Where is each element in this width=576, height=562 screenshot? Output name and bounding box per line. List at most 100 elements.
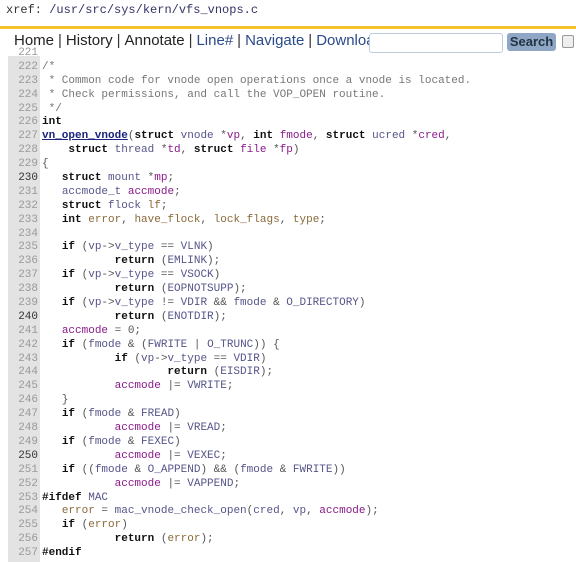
- code-token[interactable]: VDIR: [233, 353, 259, 365]
- line-number-link[interactable]: 237: [8, 269, 38, 283]
- code-token[interactable]: fmode: [280, 130, 313, 142]
- code-token[interactable]: error: [62, 505, 95, 517]
- code-token[interactable]: error: [88, 214, 121, 226]
- code-token[interactable]: VWRITE: [187, 380, 227, 392]
- code-token[interactable]: v_type: [167, 353, 207, 365]
- code-token[interactable]: fp: [280, 144, 293, 156]
- code-token[interactable]: cred: [253, 505, 279, 517]
- code-token[interactable]: O_APPEND: [148, 464, 201, 476]
- code-token[interactable]: FWRITE: [293, 464, 333, 476]
- code-token[interactable]: vp: [141, 353, 154, 365]
- line-number-link[interactable]: 248: [8, 422, 38, 436]
- line-number-link[interactable]: 222: [8, 61, 38, 75]
- code-token[interactable]: v_type: [115, 297, 155, 309]
- code-token[interactable]: lf: [148, 200, 161, 212]
- line-number-link[interactable]: 231: [8, 186, 38, 200]
- line-number-link[interactable]: 233: [8, 214, 38, 228]
- code-token[interactable]: type: [293, 214, 319, 226]
- code-token[interactable]: vp: [88, 241, 101, 253]
- code-token[interactable]: VDIR: [181, 297, 207, 309]
- code-token[interactable]: vp: [293, 505, 306, 517]
- code-token[interactable]: fmode: [95, 464, 128, 476]
- code-token[interactable]: flock: [108, 200, 141, 212]
- line-number-link[interactable]: 256: [8, 533, 38, 547]
- code-token[interactable]: error: [167, 533, 200, 545]
- code-token[interactable]: mac_vnode_check_open: [115, 505, 247, 517]
- code-token[interactable]: O_DIRECTORY: [286, 297, 359, 309]
- code-token[interactable]: O_TRUNC: [207, 339, 253, 351]
- code-token[interactable]: accmode: [319, 505, 365, 517]
- function-definition-link[interactable]: vn_open_vnode: [42, 130, 128, 142]
- line-number-link[interactable]: 240: [8, 311, 38, 325]
- line-number-link[interactable]: 246: [8, 394, 38, 408]
- code-token[interactable]: FWRITE: [148, 339, 188, 351]
- code-token[interactable]: fmode: [88, 339, 121, 351]
- code-token[interactable]: td: [167, 144, 180, 156]
- code-token[interactable]: fmode: [233, 297, 266, 309]
- line-number-link[interactable]: 242: [8, 339, 38, 353]
- code-token[interactable]: fmode: [88, 408, 121, 420]
- xref-path-link[interactable]: /usr/src/sys/kern/vfs_vnops.c: [49, 3, 258, 17]
- code-token[interactable]: vp: [88, 297, 101, 309]
- code-token[interactable]: accmode: [115, 422, 161, 434]
- code-token[interactable]: VREAD: [187, 422, 220, 434]
- line-number-link[interactable]: 244: [8, 366, 38, 380]
- code-token[interactable]: vnode: [181, 130, 214, 142]
- line-number-link[interactable]: 227: [8, 130, 38, 144]
- code-token[interactable]: vp: [88, 269, 101, 281]
- code-token[interactable]: EISDIR: [220, 366, 260, 378]
- line-number-link[interactable]: 226: [8, 116, 38, 130]
- code-token[interactable]: FREAD: [141, 408, 174, 420]
- line-number-link[interactable]: 249: [8, 436, 38, 450]
- code-token[interactable]: mp: [154, 172, 167, 184]
- code-token[interactable]: cred: [418, 130, 444, 142]
- line-number-link[interactable]: 252: [8, 478, 38, 492]
- line-number-link[interactable]: 232: [8, 200, 38, 214]
- line-number-link[interactable]: 228: [8, 144, 38, 158]
- code-token[interactable]: mount: [108, 172, 141, 184]
- line-number-link[interactable]: 236: [8, 255, 38, 269]
- code-token[interactable]: MAC: [88, 492, 108, 504]
- line-number-link[interactable]: 229: [8, 158, 38, 172]
- line-number-link[interactable]: 234: [8, 228, 38, 242]
- code-token[interactable]: v_type: [115, 241, 155, 253]
- code-token[interactable]: accmode: [128, 186, 174, 198]
- code-token[interactable]: accmode: [115, 478, 161, 490]
- code-token[interactable]: lock_flags: [214, 214, 280, 226]
- line-number-link[interactable]: 235: [8, 241, 38, 255]
- code-token[interactable]: FEXEC: [141, 436, 174, 448]
- line-number-link[interactable]: 239: [8, 297, 38, 311]
- code-token[interactable]: error: [88, 519, 121, 531]
- code-token[interactable]: accmode: [62, 325, 108, 337]
- line-number-link[interactable]: 251: [8, 464, 38, 478]
- line-number-link[interactable]: 241: [8, 325, 38, 339]
- line-number-link[interactable]: 221: [8, 47, 38, 61]
- code-token[interactable]: VSOCK: [181, 269, 214, 281]
- code-token[interactable]: thread: [115, 144, 155, 156]
- line-number-link[interactable]: 257: [8, 547, 38, 561]
- code-token[interactable]: VEXEC: [187, 450, 220, 462]
- code-token[interactable]: accmode_t: [62, 186, 121, 198]
- line-number-link[interactable]: 247: [8, 408, 38, 422]
- line-number-link[interactable]: 250: [8, 450, 38, 464]
- code-token[interactable]: fmode: [88, 436, 121, 448]
- line-number-link[interactable]: 243: [8, 353, 38, 367]
- code-token[interactable]: accmode: [115, 380, 161, 392]
- line-number-link[interactable]: 225: [8, 103, 38, 117]
- code-token[interactable]: fmode: [240, 464, 273, 476]
- code-token[interactable]: VAPPEND: [187, 478, 233, 490]
- line-number-link[interactable]: 253: [8, 492, 38, 506]
- line-number-link[interactable]: 245: [8, 380, 38, 394]
- line-number-link[interactable]: 255: [8, 519, 38, 533]
- code-token[interactable]: accmode: [115, 450, 161, 462]
- code-token[interactable]: ENOTDIR: [167, 311, 213, 323]
- code-token[interactable]: v_type: [115, 269, 155, 281]
- code-token[interactable]: have_flock: [134, 214, 200, 226]
- code-token[interactable]: vp: [227, 130, 240, 142]
- code-token[interactable]: ucred: [372, 130, 405, 142]
- line-number-link[interactable]: 230: [8, 172, 38, 186]
- code-token[interactable]: EMLINK: [167, 255, 207, 267]
- code-token[interactable]: VLNK: [181, 241, 207, 253]
- line-number-link[interactable]: 224: [8, 89, 38, 103]
- line-number-link[interactable]: 238: [8, 283, 38, 297]
